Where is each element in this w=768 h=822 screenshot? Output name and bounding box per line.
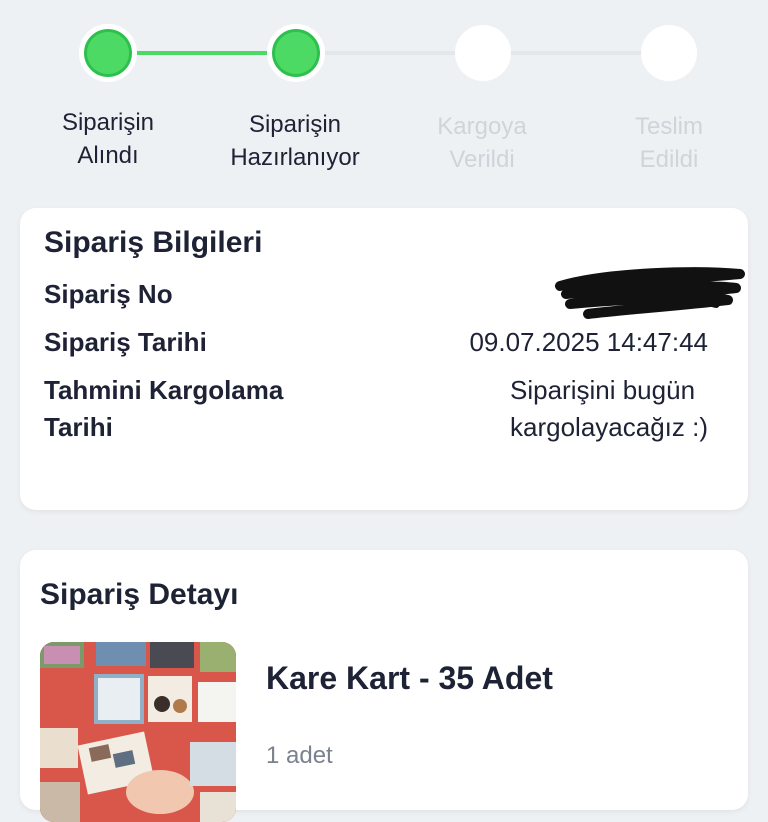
order-detail-card: Sipariş Detayı Kare Kart - 35 Adet 1 ade… [20, 550, 748, 822]
step-received-label-line2: Alındı [77, 142, 139, 169]
redacted-order-number [555, 267, 745, 319]
step-received-indicator [79, 24, 137, 82]
step-received-label-line1: Siparişin [61, 109, 155, 136]
step-delivered-label-line1: Teslim [634, 113, 703, 140]
order-date-label: Sipariş Tarihi [44, 327, 207, 357]
step-delivered-indicator [641, 25, 697, 81]
step-preparing-label-line2: Hazırlanıyor [230, 144, 360, 171]
step-shipped-label: Kargoya Verildi [397, 110, 567, 176]
step-shipped-indicator [455, 25, 511, 81]
estimated-shipping-value-line2: kargolayacağız :) [510, 412, 708, 442]
order-info-card: Sipariş Bilgileri Sipariş No Sipariş Tar… [20, 208, 748, 510]
estimated-shipping-label-line2: Tarihi [44, 412, 113, 442]
estimated-shipping-value-line1: Siparişini bugün [510, 375, 696, 405]
product-thumbnail[interactable] [40, 642, 236, 822]
product-photo-collage [40, 642, 236, 822]
step-received-label: Siparişin Alındı [23, 106, 193, 172]
step-delivered-label-line2: Edildi [639, 146, 699, 173]
order-detail-title: Sipariş Detayı [40, 578, 239, 611]
order-date-value: 09.07.2025 14:47:44 [469, 327, 708, 357]
order-info-title: Sipariş Bilgileri [44, 226, 263, 259]
step-preparing-label-line1: Siparişin [248, 111, 342, 138]
step-shipped-label-line2: Verildi [449, 146, 515, 173]
estimated-shipping-label: Tahmini Kargolama Tarihi [44, 372, 283, 446]
order-progress-tracker: Siparişin Alındı Siparişin Hazırlanıyor … [0, 0, 768, 190]
step-preparing-indicator [267, 24, 325, 82]
step-delivered-label: Teslim Edildi [584, 110, 754, 176]
step-shipped-label-line1: Kargoya [437, 113, 527, 140]
product-quantity: 1 adet [266, 742, 333, 769]
estimated-shipping-label-line1: Tahmini Kargolama [44, 375, 284, 405]
order-number-label: Sipariş No [44, 279, 173, 309]
step-preparing-label: Siparişin Hazırlanıyor [210, 108, 380, 174]
product-name[interactable]: Kare Kart - 35 Adet [266, 660, 553, 697]
estimated-shipping-value: Siparişini bugün kargolayacağız :) [510, 372, 708, 446]
